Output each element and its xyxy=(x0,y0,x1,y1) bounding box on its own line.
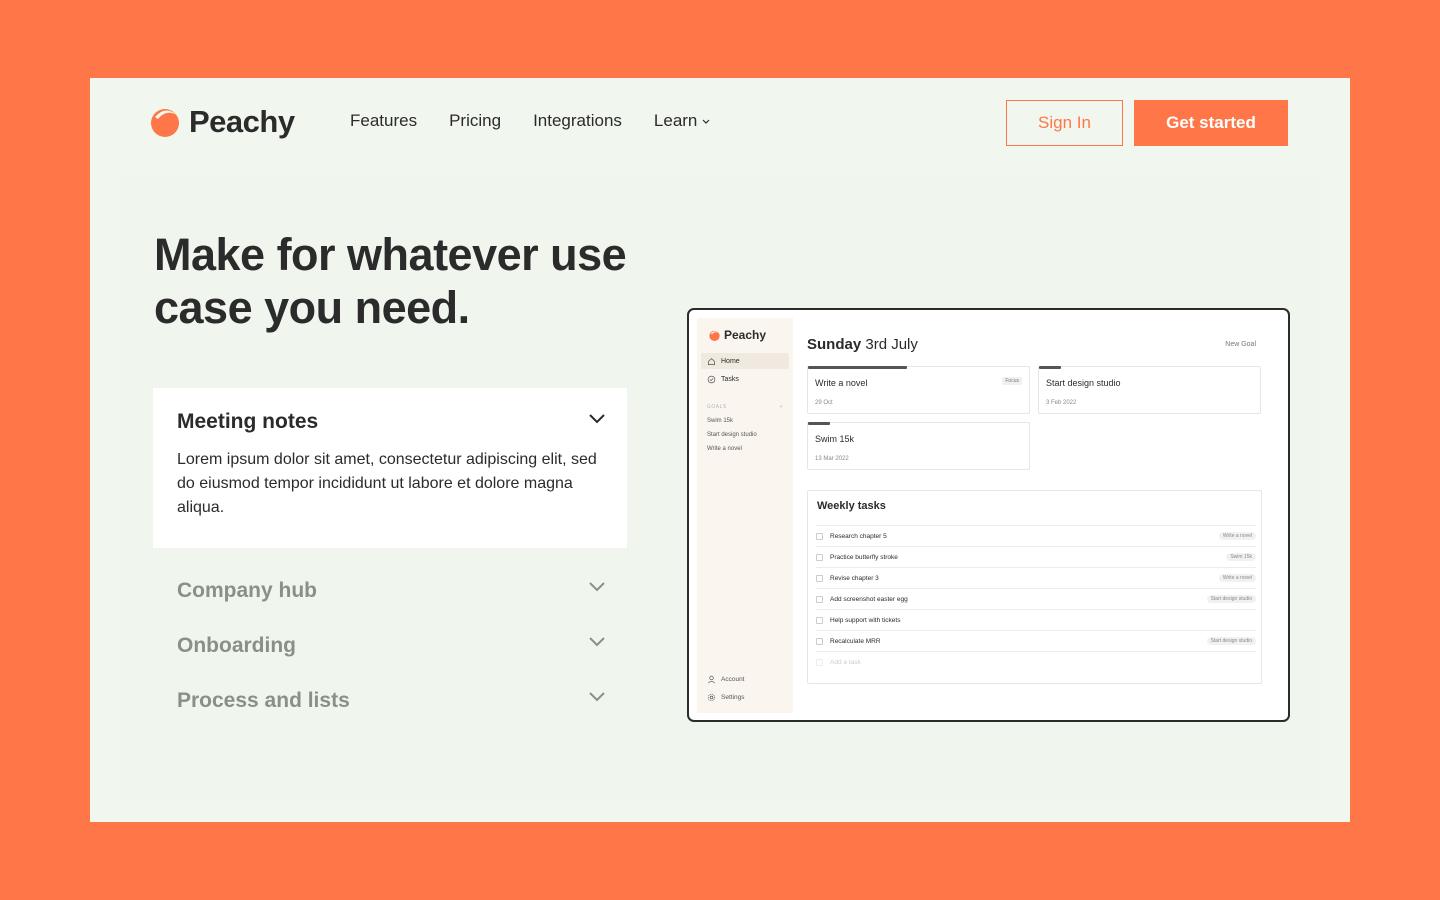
goal-progress-bar xyxy=(808,366,908,369)
chevron-down-icon xyxy=(589,637,605,647)
goal-progress-bar xyxy=(808,422,831,425)
task-checkbox[interactable] xyxy=(816,532,823,540)
chevron-down-icon xyxy=(589,582,605,592)
weekly-tasks-title: Weekly tasks xyxy=(817,500,886,512)
task-tag: Swim 15k xyxy=(1226,553,1256,561)
task-row[interactable]: Add screenshot easter egg Start design s… xyxy=(816,588,1256,609)
goal-item[interactable]: Write a novel xyxy=(707,446,742,452)
app-preview: Peachy Home Tasks GOALS + Swim 15k Start… xyxy=(687,308,1290,722)
chevron-down-icon xyxy=(589,692,605,702)
accordion-body: Lorem ipsum dolor sit amet, consectetur … xyxy=(177,451,597,516)
task-tag: Start design studio xyxy=(1206,595,1256,603)
nav-learn[interactable]: Learn xyxy=(654,111,711,131)
home-icon xyxy=(707,357,716,365)
goal-card-start-design-studio[interactable]: Start design studio 3 Feb 2022 xyxy=(1038,366,1261,414)
get-started-button[interactable]: Get started xyxy=(1134,100,1288,146)
goal-card-swim-15k[interactable]: Swim 15k 13 Mar 2022 xyxy=(807,422,1030,470)
accordion-title: Meeting notes xyxy=(177,410,319,433)
accordion-item-onboarding[interactable]: Onboarding xyxy=(153,633,627,673)
task-checkbox[interactable] xyxy=(816,574,823,582)
user-icon xyxy=(708,675,715,684)
brand-logo[interactable]: Peachy xyxy=(150,104,295,140)
chevron-down-icon xyxy=(702,119,710,124)
goal-item[interactable]: Swim 15k xyxy=(707,418,733,424)
brand-name: Peachy xyxy=(189,104,295,139)
task-checkbox[interactable] xyxy=(816,637,823,645)
check-circle-icon xyxy=(707,375,716,383)
nav-integrations[interactable]: Integrations xyxy=(533,111,622,131)
accordion-item-company-hub[interactable]: Company hub xyxy=(153,578,627,618)
task-checkbox[interactable] xyxy=(816,553,823,561)
task-tag: Write a novel xyxy=(1218,532,1256,540)
main-nav: Features Pricing Integrations Learn xyxy=(350,111,711,131)
add-task-row[interactable]: Add a task xyxy=(816,651,1256,672)
app-nav-home[interactable]: Home xyxy=(701,353,789,369)
task-row[interactable]: Revise chapter 3 Write a novel xyxy=(816,567,1256,588)
accordion-title: Onboarding xyxy=(177,634,296,657)
goal-progress-bar xyxy=(1039,366,1062,369)
sign-in-button[interactable]: Sign In xyxy=(1006,100,1123,146)
chevron-down-icon xyxy=(589,414,605,424)
landing-page: Peachy Features Pricing Integrations Lea… xyxy=(90,78,1350,822)
app-nav-tasks[interactable]: Tasks xyxy=(701,371,789,387)
app-brand: Peachy xyxy=(709,328,766,342)
accordion-title: Process and lists xyxy=(177,689,350,712)
goal-item[interactable]: Start design studio xyxy=(707,432,757,438)
task-checkbox[interactable] xyxy=(816,616,823,624)
task-row[interactable]: Recalculate MRR Start design studio xyxy=(816,630,1256,651)
nav-pricing[interactable]: Pricing xyxy=(449,111,501,131)
accordion-item-process-and-lists[interactable]: Process and lists xyxy=(153,688,627,728)
task-tag: Start design studio xyxy=(1206,637,1256,645)
gear-icon xyxy=(707,693,716,702)
add-goal-icon[interactable]: + xyxy=(780,404,783,410)
accordion-item-meeting-notes[interactable]: Meeting notes Lorem ipsum dolor sit amet… xyxy=(153,388,627,548)
peach-logo-icon xyxy=(709,330,720,341)
task-row[interactable]: Help support with tickets xyxy=(816,609,1256,630)
add-task-input[interactable]: Add a task xyxy=(830,659,1256,666)
nav-features[interactable]: Features xyxy=(350,111,417,131)
new-goal-button[interactable]: New Goal xyxy=(1225,341,1256,348)
settings-link[interactable]: Settings xyxy=(707,693,745,702)
task-row[interactable]: Research chapter 5 Write a novel xyxy=(816,525,1256,546)
app-sidebar: Peachy Home Tasks GOALS + Swim 15k Start… xyxy=(697,318,793,713)
goal-card-write-a-novel[interactable]: Write a novel Focus 29 Oct xyxy=(807,366,1030,414)
accordion-title: Company hub xyxy=(177,579,317,602)
task-checkbox xyxy=(816,658,823,666)
task-tag: Write a novel xyxy=(1218,574,1256,582)
focus-badge: Focus xyxy=(1002,377,1022,385)
peach-logo-icon xyxy=(151,109,179,137)
task-row[interactable]: Practice butterfly stroke Swim 15k xyxy=(816,546,1256,567)
app-main: Sunday 3rd July New Goal Write a novel F… xyxy=(793,318,1278,713)
account-link[interactable]: Account xyxy=(707,675,745,684)
hero-title: Make for whatever use case you need. xyxy=(154,229,627,333)
goals-header: GOALS + xyxy=(707,404,783,410)
weekly-tasks-panel: Weekly tasks Research chapter 5 Write a … xyxy=(807,490,1262,684)
task-checkbox[interactable] xyxy=(816,595,823,603)
date-heading: Sunday 3rd July xyxy=(807,336,918,353)
